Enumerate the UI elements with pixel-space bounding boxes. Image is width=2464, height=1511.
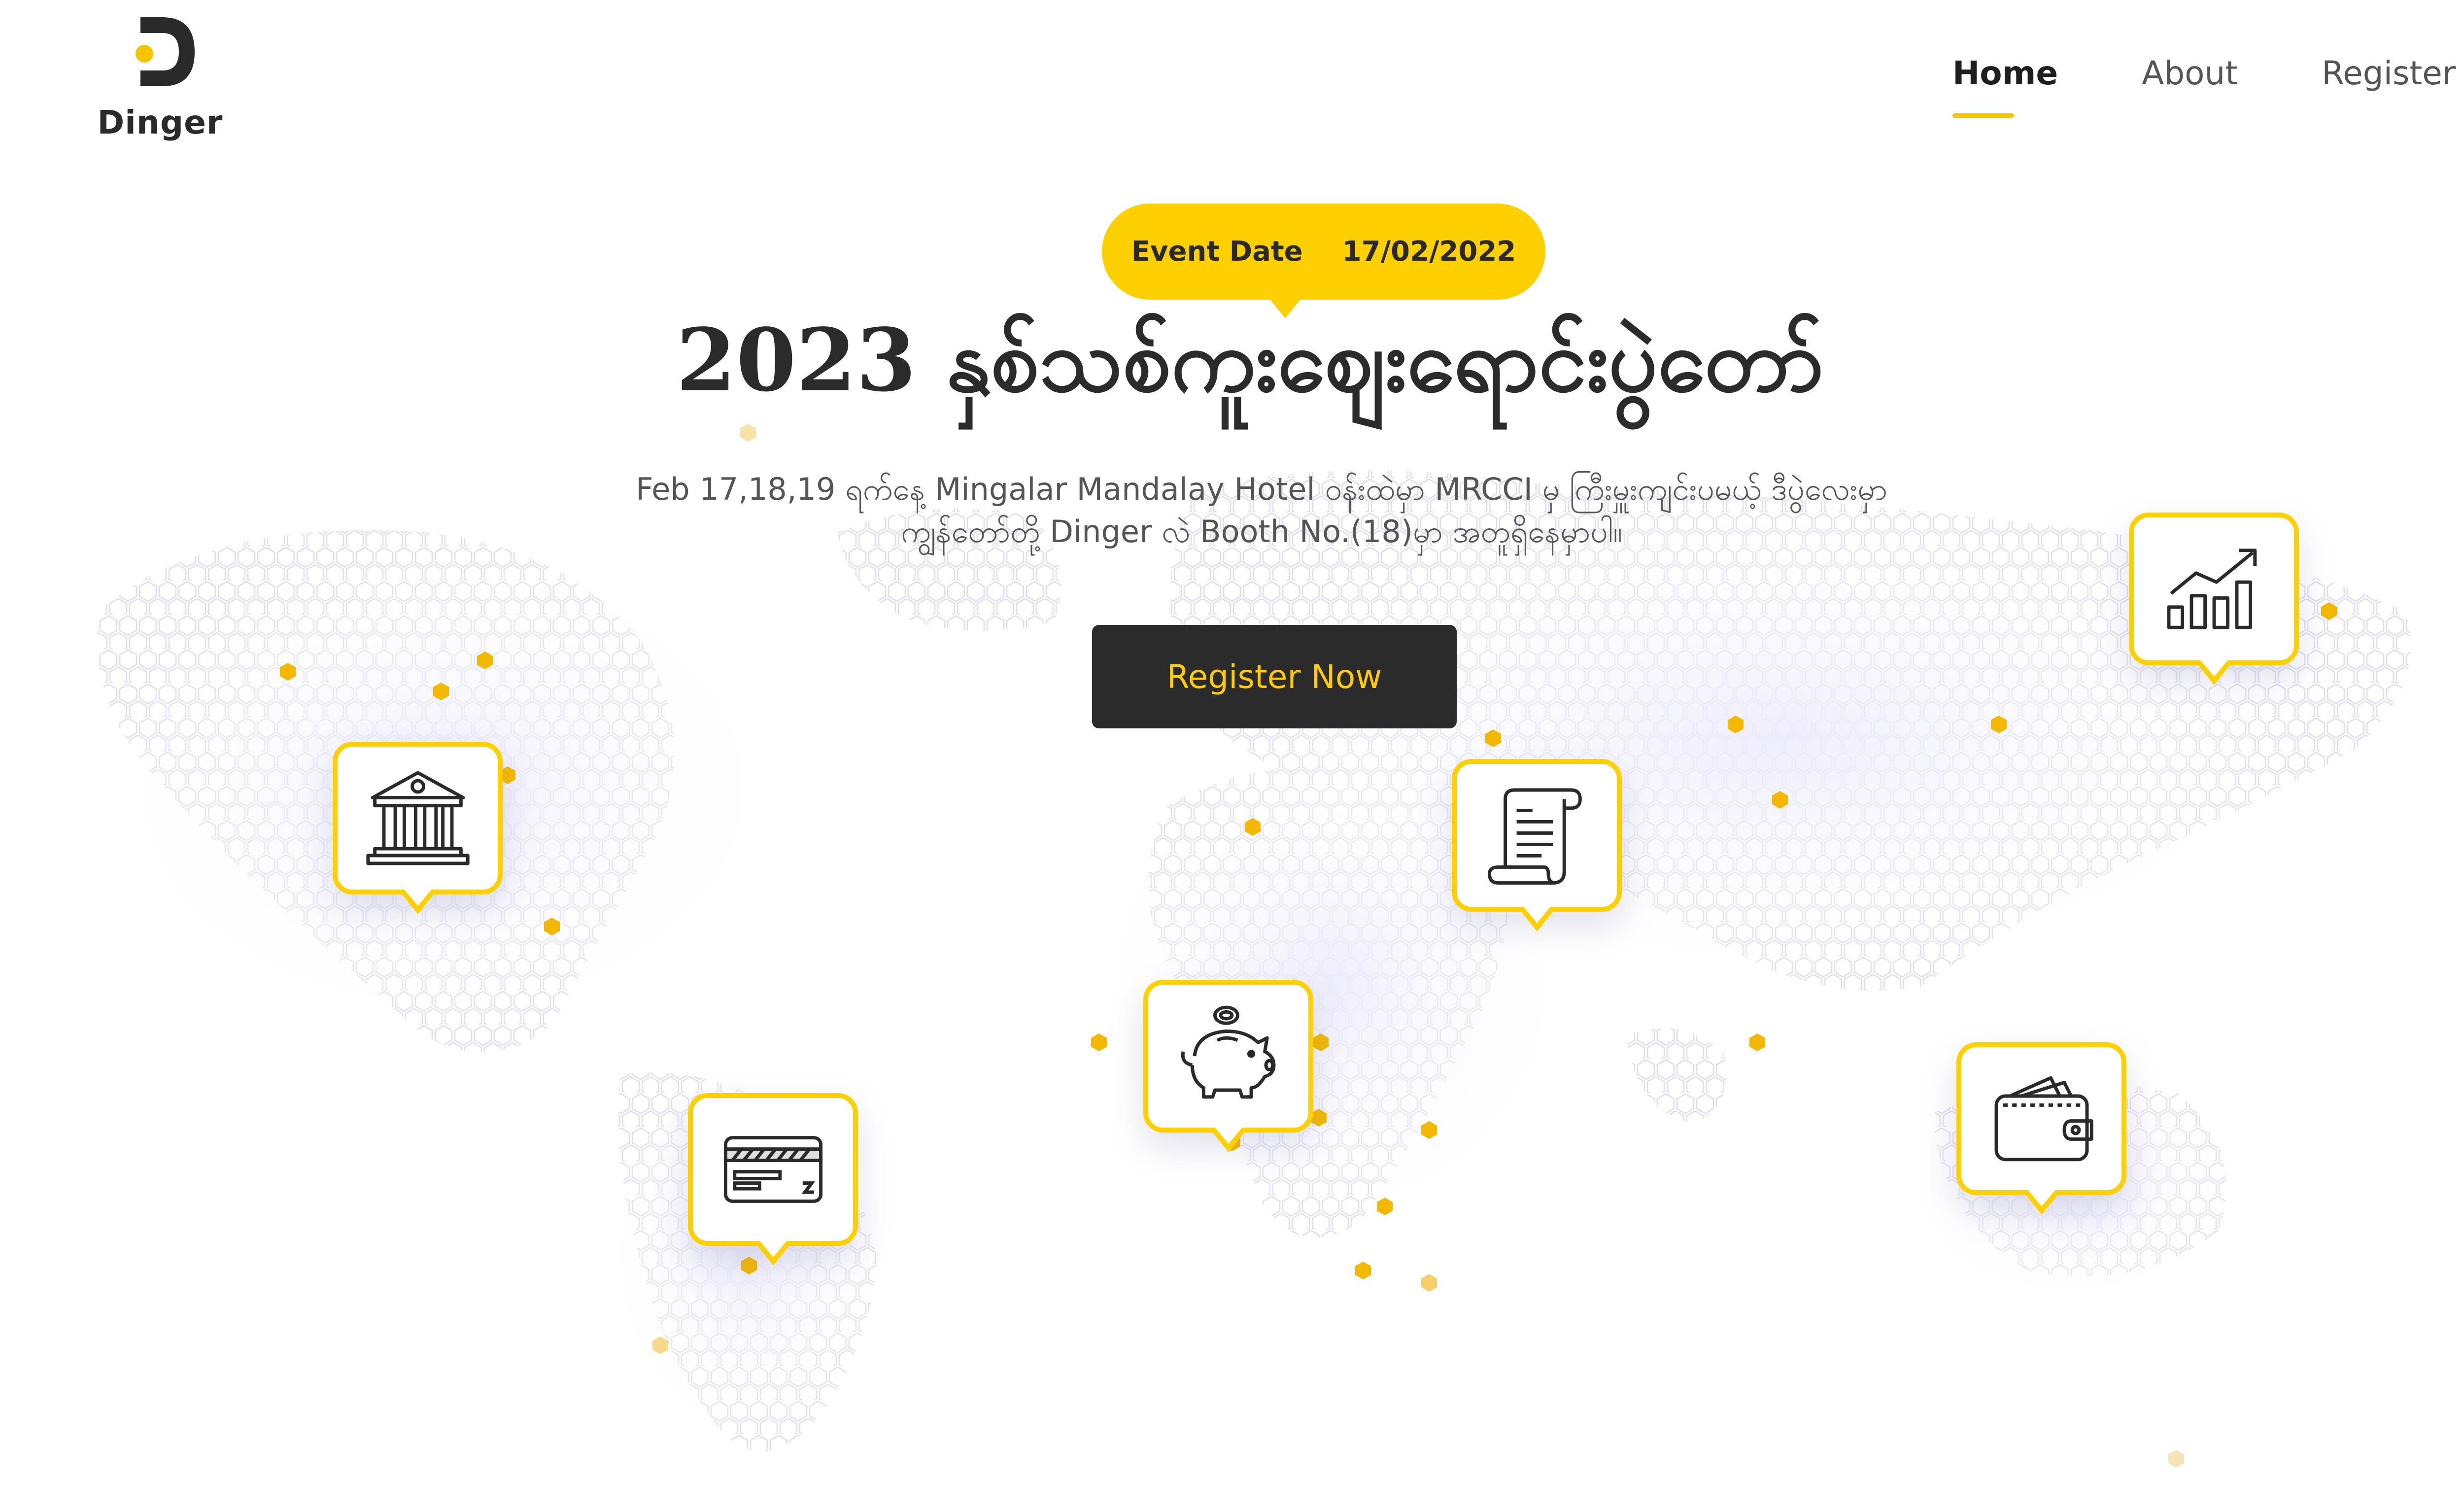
event-date-label: Event Date xyxy=(1131,236,1303,268)
nav-about[interactable]: About xyxy=(2142,54,2238,92)
map-marker-credit-card[interactable] xyxy=(688,1093,858,1266)
event-date-badge: Event Date 17/02/2022 xyxy=(1102,204,1545,318)
hero-description-line-2: ကျွန်တော်တို့ Dinger လဲ Booth No.(18)မှာ… xyxy=(901,514,1622,549)
dinger-logo[interactable]: Dinger xyxy=(96,12,224,150)
hero-title: 2023 နှစ်သစ်ကူးဈေးရောင်းပွဲတော် xyxy=(676,310,1824,411)
receipt-scroll-icon xyxy=(1487,788,1582,885)
main-nav: Home About Register xyxy=(1952,54,2456,118)
nav-register[interactable]: Register xyxy=(2322,54,2456,92)
map-marker-growth-chart[interactable] xyxy=(2129,513,2299,685)
register-now-button[interactable]: Register Now xyxy=(1092,625,1457,728)
credit-card-icon xyxy=(723,1136,822,1203)
map-marker-receipt[interactable] xyxy=(1452,759,1622,931)
piggy-bank-icon xyxy=(1181,1005,1275,1099)
map-marker-piggy-bank[interactable] xyxy=(1143,980,1313,1152)
map-marker-wallet[interactable] xyxy=(1956,1042,2126,1215)
map-marker-bank[interactable] xyxy=(333,742,503,914)
nav-home[interactable]: Home xyxy=(1952,54,2058,118)
wallet-icon xyxy=(1994,1076,2093,1162)
growth-chart-icon xyxy=(2167,549,2257,629)
hero-description-line-1: Feb 17,18,19 ရက်နေ့ Mingalar Mandalay Ho… xyxy=(635,471,1888,507)
brand-name: Dinger xyxy=(97,103,223,141)
dinger-logo-mark xyxy=(136,17,195,86)
bank-icon xyxy=(366,771,470,865)
hero-description: Feb 17,18,19 ရက်နေ့ Mingalar Mandalay Ho… xyxy=(591,468,1932,553)
event-date-value: 17/02/2022 xyxy=(1342,236,1516,268)
